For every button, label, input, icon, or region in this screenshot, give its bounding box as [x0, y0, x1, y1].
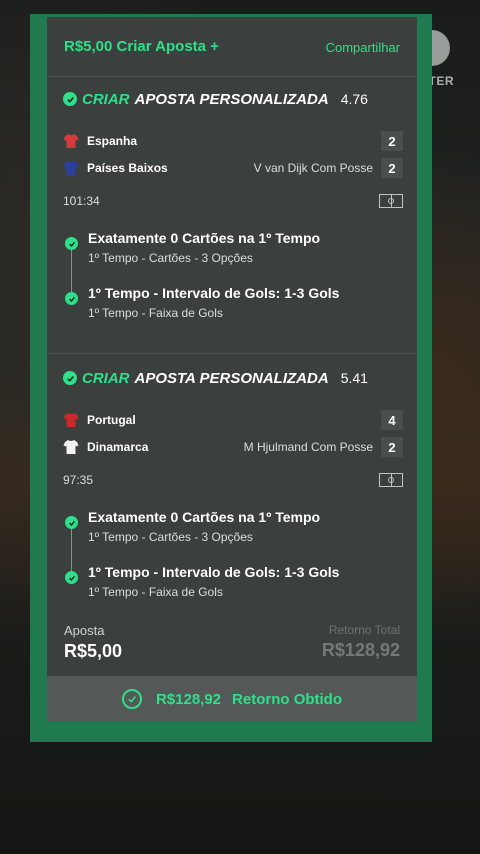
pitch-icon[interactable]	[379, 473, 403, 487]
check-circle-icon	[121, 689, 142, 709]
bet-heading: CRIAR APOSTA PERSONALIZADA 4.76	[63, 89, 368, 109]
bet-heading: CRIAR APOSTA PERSONALIZADA 5.41	[63, 368, 368, 388]
leg-title: Exatamente 0 Cartões na 1º Tempo	[88, 509, 321, 525]
match-time: 97:35	[63, 473, 94, 487]
return-summary: Retorno Total R$128,92	[322, 623, 400, 661]
team-row-home: Espanha 2	[63, 129, 403, 153]
divider	[47, 353, 417, 354]
bet-odds: 4.76	[340, 91, 368, 107]
check-icon	[63, 92, 77, 106]
leg-title: Exatamente 0 Cartões na 1º Tempo	[88, 230, 321, 246]
team-score: 2	[381, 131, 403, 151]
possession-stat: M Hjulmand Com Posse	[243, 440, 373, 454]
team-kit-icon	[63, 161, 79, 175]
stake-label: Aposta	[64, 623, 105, 638]
share-button[interactable]: Compartilhar	[326, 40, 400, 55]
leg-connector	[71, 245, 72, 297]
leg-subtitle: 1º Tempo - Faixa de Gols	[88, 306, 223, 320]
leg-subtitle: 1º Tempo - Cartões - 3 Opções	[88, 530, 253, 544]
match-time-row: 97:35	[63, 470, 403, 490]
leg-title: 1º Tempo - Intervalo de Gols: 1-3 Gols	[88, 564, 340, 580]
team-name: Portugal	[87, 413, 136, 427]
team-kit-icon	[63, 440, 79, 454]
check-icon	[65, 237, 78, 250]
return-value: R$128,92	[321, 640, 400, 660]
team-score: 2	[381, 437, 403, 457]
team-name: Dinamarca	[87, 440, 149, 454]
result-banner: R$128,92 Retorno Obtido	[47, 676, 417, 722]
leg-subtitle: 1º Tempo - Faixa de Gols	[88, 585, 223, 599]
result-label: Retorno Obtido	[232, 690, 343, 708]
check-icon	[65, 516, 78, 529]
team-score: 4	[381, 410, 403, 430]
stake-summary: Aposta R$5,00	[64, 623, 122, 662]
team-name: Países Baixos	[87, 161, 168, 175]
return-label: Retorno Total	[328, 623, 400, 637]
heading-word-aposta: APOSTA PERSONALIZADA	[134, 90, 329, 108]
check-icon	[65, 571, 78, 584]
team-kit-icon	[63, 413, 79, 427]
pitch-icon[interactable]	[379, 194, 403, 208]
team-row-away: Países Baixos V van Dijk Com Posse 2	[63, 156, 403, 180]
bet-slip-header: R$5,00 Criar Aposta + Compartilhar	[47, 17, 417, 77]
team-row-home: Portugal 4	[63, 408, 403, 432]
check-icon	[63, 371, 77, 385]
team-row-away: Dinamarca M Hjulmand Com Posse 2	[63, 435, 403, 459]
match-time: 101:34	[63, 194, 100, 208]
heading-word-aposta: APOSTA PERSONALIZADA	[134, 369, 329, 387]
bet-slip-card: R$5,00 Criar Aposta + Compartilhar CRIAR…	[47, 17, 417, 722]
possession-stat: V van Dijk Com Posse	[253, 161, 373, 175]
leg-subtitle: 1º Tempo - Cartões - 3 Opções	[88, 251, 253, 265]
leg-connector	[71, 524, 72, 576]
heading-word-criar: CRIAR	[82, 90, 130, 108]
team-score: 2	[381, 158, 403, 178]
check-icon	[65, 292, 78, 305]
background-logo-text: TER	[428, 74, 454, 88]
bet-slip-title: R$5,00 Criar Aposta +	[64, 38, 219, 55]
team-name: Espanha	[87, 134, 138, 148]
result-amount: R$128,92	[155, 690, 222, 708]
leg-title: 1º Tempo - Intervalo de Gols: 1-3 Gols	[88, 285, 340, 301]
bet-odds: 5.41	[340, 370, 368, 386]
team-kit-icon	[63, 134, 79, 148]
match-time-row: 101:34	[63, 191, 403, 211]
stake-value: R$5,00	[64, 641, 123, 661]
heading-word-criar: CRIAR	[82, 369, 130, 387]
